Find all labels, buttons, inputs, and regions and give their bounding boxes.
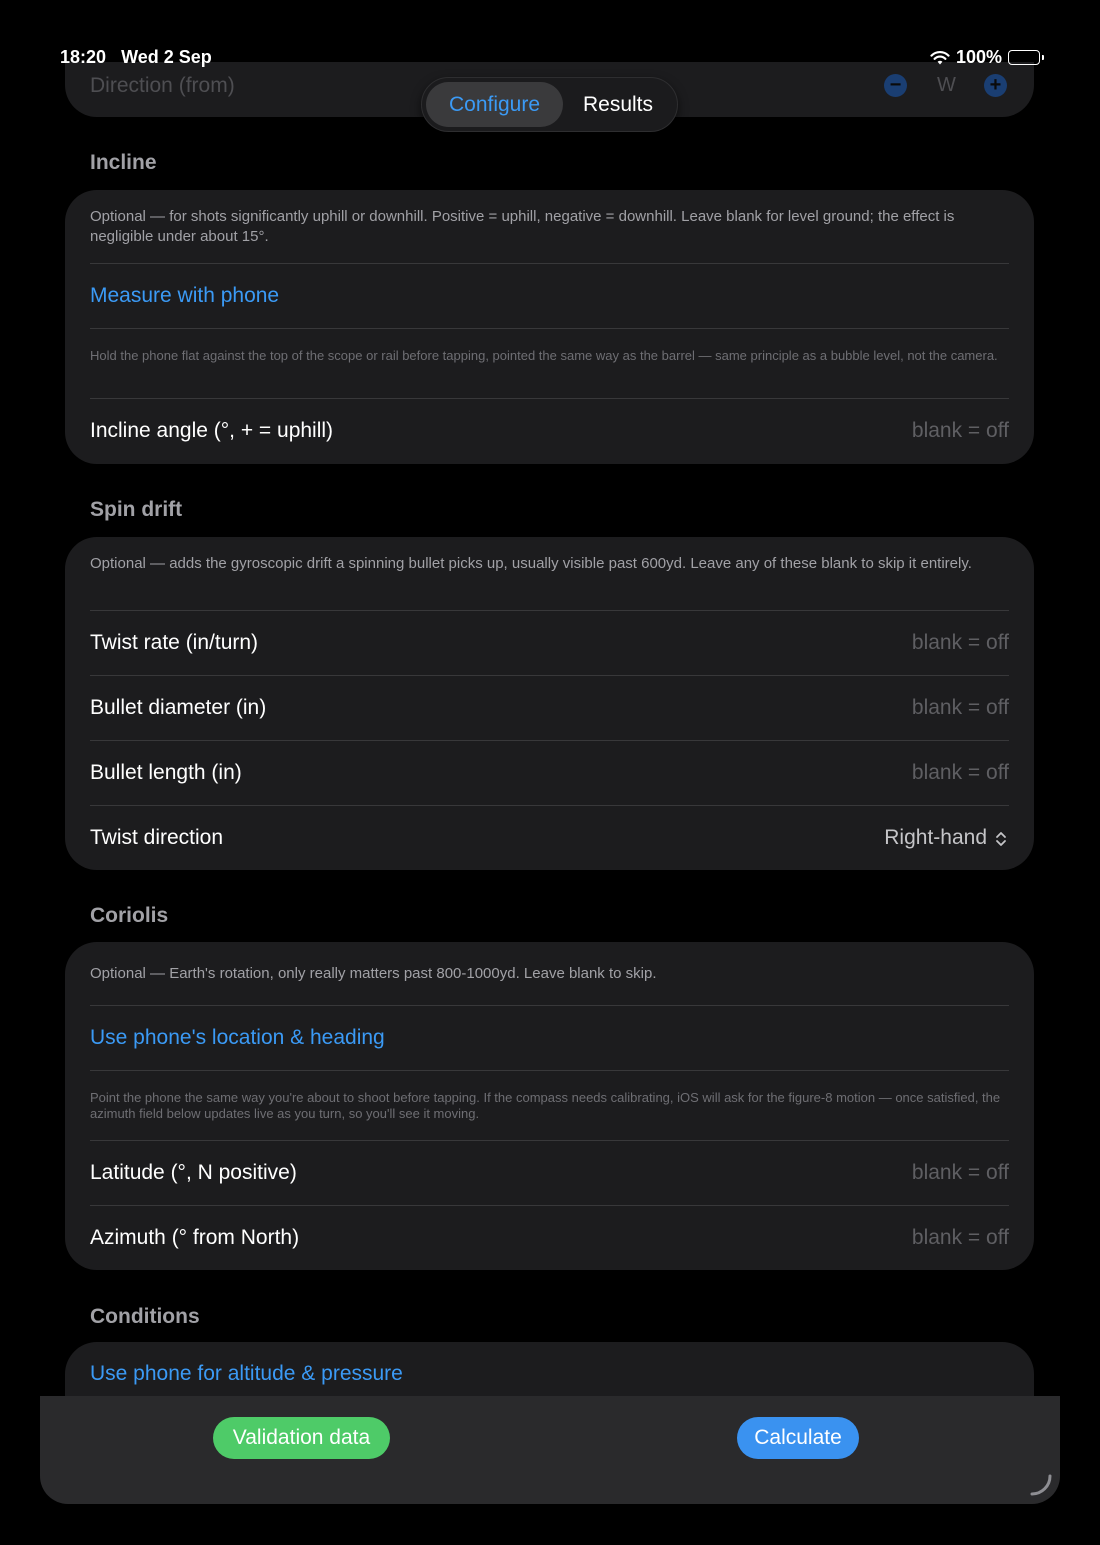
wifi-icon <box>930 50 950 64</box>
bullet-diameter-row[interactable]: Bullet diameter (in) blank = off <box>90 675 1009 740</box>
use-location-row[interactable]: Use phone's location & heading <box>90 1005 1009 1070</box>
chevron-up-down-icon[interactable] <box>995 830 1007 848</box>
latitude-row[interactable]: Latitude (°, N positive) blank = off <box>90 1140 1009 1205</box>
coriolis-card: Optional — Earth's rotation, only really… <box>65 942 1034 1270</box>
tab-switcher: Configure Results <box>421 77 678 132</box>
status-date: Wed 2 Sep <box>121 47 212 67</box>
resize-handle-icon[interactable] <box>1028 1472 1054 1498</box>
bottom-action-bar: Validation data Calculate <box>40 1396 1060 1504</box>
coriolis-hint: Point the phone the same way you're abou… <box>90 1090 1001 1121</box>
incline-angle-row[interactable]: Incline angle (°, + = uphill) blank = of… <box>90 398 1009 464</box>
tab-results[interactable]: Results <box>563 82 673 127</box>
latitude-input[interactable]: blank = off <box>912 1161 1009 1185</box>
incline-description: Optional — for shots significantly uphil… <box>90 208 955 245</box>
bullet-diameter-input[interactable]: blank = off <box>912 696 1009 720</box>
coriolis-header: Coriolis <box>90 904 169 927</box>
conditions-header: Conditions <box>90 1305 200 1328</box>
bullet-length-input[interactable]: blank = off <box>912 761 1009 785</box>
tab-configure[interactable]: Configure <box>426 82 563 127</box>
azimuth-row[interactable]: Azimuth (° from North) blank = off <box>90 1205 1009 1270</box>
twist-rate-row[interactable]: Twist rate (in/turn) blank = off <box>90 610 1009 675</box>
incline-card: Optional — for shots significantly uphil… <box>65 190 1034 464</box>
latitude-label: Latitude (°, N positive) <box>90 1161 297 1184</box>
twist-direction-picker[interactable]: Right-hand <box>884 826 987 850</box>
spin-drift-header: Spin drift <box>90 498 183 521</box>
battery-icon <box>1008 50 1044 65</box>
bullet-length-row[interactable]: Bullet length (in) blank = off <box>90 740 1009 805</box>
calculate-button[interactable]: Calculate <box>737 1417 859 1459</box>
battery-percent: 100% <box>955 47 1002 67</box>
use-altitude-pressure-link[interactable]: Use phone for altitude & pressure <box>90 1362 403 1386</box>
spin-drift-description: Optional — adds the gyroscopic drift a s… <box>90 555 972 572</box>
status-indicators: 100% <box>930 47 1044 68</box>
twist-direction-label: Twist direction <box>90 826 224 849</box>
bullet-length-label: Bullet length (in) <box>90 761 242 784</box>
validation-data-button[interactable]: Validation data <box>213 1417 390 1459</box>
azimuth-input[interactable]: blank = off <box>912 1226 1009 1250</box>
azimuth-label: Azimuth (° from North) <box>90 1226 300 1249</box>
use-location-heading-link[interactable]: Use phone's location & heading <box>90 1026 385 1050</box>
incline-header: Incline <box>90 151 157 174</box>
coriolis-hint-row: Point the phone the same way you're abou… <box>90 1070 1009 1140</box>
incline-hint-row: Hold the phone flat against the top of t… <box>90 328 1009 398</box>
app-window: Direction (from) − W + 18:20 Wed 2 Sep 1… <box>40 38 1060 1504</box>
measure-with-phone-row[interactable]: Measure with phone <box>90 263 1009 328</box>
status-time: 18:20 Wed 2 Sep <box>60 47 212 68</box>
incline-angle-label: Incline angle (°, + = uphill) <box>90 419 334 442</box>
incline-angle-input[interactable]: blank = off <box>912 419 1009 443</box>
incline-hint: Hold the phone flat against the top of t… <box>90 348 998 363</box>
twist-rate-input[interactable]: blank = off <box>912 631 1009 655</box>
coriolis-description: Optional — Earth's rotation, only really… <box>90 965 657 982</box>
twist-rate-label: Twist rate (in/turn) <box>90 631 259 654</box>
status-clock: 18:20 <box>60 47 107 67</box>
measure-with-phone-link[interactable]: Measure with phone <box>90 284 279 308</box>
bullet-diameter-label: Bullet diameter (in) <box>90 696 267 719</box>
spin-drift-card: Optional — adds the gyroscopic drift a s… <box>65 537 1034 870</box>
twist-direction-row[interactable]: Twist direction Right-hand <box>90 805 1009 870</box>
status-bar: 18:20 Wed 2 Sep 100% <box>40 38 1060 78</box>
